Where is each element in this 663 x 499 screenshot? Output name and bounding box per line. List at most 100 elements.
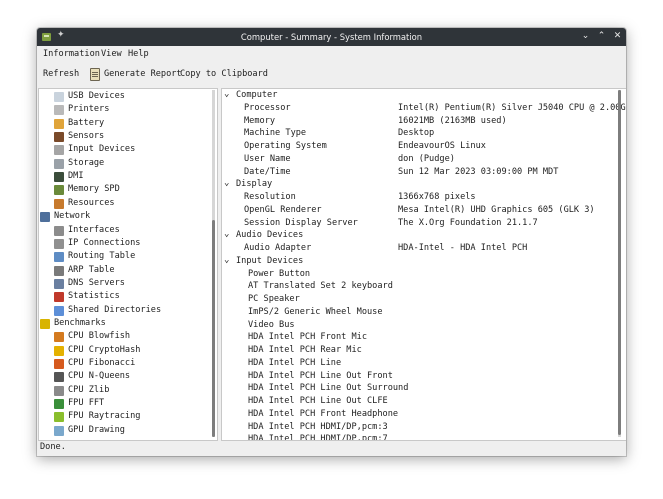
printer-icon — [54, 105, 64, 116]
property-key[interactable]: Machine Type — [244, 128, 306, 141]
tree-item-label: USB Devices — [68, 91, 125, 101]
app-window: ✦ Computer - Summary - System Informatio… — [37, 28, 626, 456]
details-scroll-thumb[interactable] — [618, 90, 621, 435]
tree-item-label: Shared Directories — [68, 304, 162, 315]
section-title: Audio Devices — [236, 230, 304, 241]
category-tree[interactable]: USB Devices Printers Battery Sensors Input D… — [38, 88, 218, 441]
chevron-down-icon[interactable]: ⌄ — [224, 229, 229, 239]
property-key[interactable]: User Name — [244, 154, 291, 167]
property-value[interactable]: 16021MB (2163MB used) — [398, 116, 507, 129]
property-value[interactable]: The X.Org Foundation 21.1.7 — [398, 218, 538, 231]
input-device-item[interactable]: HDA Intel PCH Rear Mic — [248, 345, 362, 358]
chevron-down-icon[interactable]: ⌄ — [224, 178, 229, 188]
input-device-item[interactable]: Video Bus — [248, 320, 295, 333]
input-device-item[interactable]: AT Translated Set 2 keyboard — [248, 281, 393, 294]
property-value[interactable]: Sun 12 Mar 2023 03:09:00 PM MDT — [398, 167, 558, 180]
tree-item-label: Memory SPD — [68, 184, 120, 195]
maximize-icon[interactable]: ⌃ — [596, 31, 607, 42]
details-scrollbar[interactable] — [618, 90, 621, 437]
memory-icon — [54, 185, 64, 196]
toolbar: Refresh Generate Report Copy to Clipboar… — [37, 64, 626, 84]
menu-help[interactable]: Help — [128, 49, 149, 59]
dmi-icon — [54, 172, 64, 183]
input-device-item[interactable]: HDA Intel PCH HDMI/DP,pcm:3 — [248, 422, 388, 435]
input-device-item[interactable]: HDA Intel PCH Front Headphone — [248, 409, 398, 422]
dns-icon — [54, 278, 64, 289]
property-key[interactable]: Memory — [244, 116, 275, 129]
property-value[interactable]: Desktop — [398, 128, 434, 141]
input-device-item[interactable]: HDA Intel PCH Line Out CLFE — [248, 396, 388, 409]
input-device-item[interactable]: ImPS/2 Generic Wheel Mouse — [248, 307, 383, 320]
tree-scroll-thumb[interactable] — [212, 220, 215, 437]
input-device-item[interactable]: PC Speaker — [248, 294, 300, 307]
details-pane[interactable]: ⌄ Computer Processor Intel(R) Pentium(R) Si… — [221, 88, 626, 441]
tree-item-label: Sensors — [68, 131, 105, 142]
tree-item-label: Battery — [68, 117, 105, 128]
input-device-item[interactable]: HDA Intel PCH Line Out Front — [248, 371, 393, 384]
cryptohash-icon — [54, 345, 64, 356]
close-icon[interactable]: ✕ — [612, 31, 623, 42]
blowfish-icon — [54, 332, 64, 343]
routing-icon — [54, 252, 64, 263]
section-title: Computer — [236, 90, 278, 100]
resources-icon — [54, 198, 64, 209]
refresh-button[interactable]: Refresh — [43, 69, 79, 79]
report-icon[interactable] — [90, 68, 100, 81]
property-key[interactable]: Operating System — [244, 141, 327, 154]
input-device-item[interactable]: Power Button — [248, 269, 310, 282]
statistics-icon — [54, 292, 64, 303]
tree-item-label: FPU FFT — [68, 398, 105, 409]
property-value[interactable]: EndeavourOS Linux — [398, 141, 486, 154]
arp-icon — [54, 265, 64, 276]
tree-item-label: CPU Zlib — [68, 384, 110, 395]
keyboard-icon — [54, 145, 64, 156]
storage-icon — [54, 158, 64, 169]
property-value[interactable]: HDA-Intel - HDA Intel PCH — [398, 243, 527, 256]
section-title: Display — [236, 179, 273, 190]
minimize-icon[interactable]: ⌄ — [580, 31, 591, 42]
input-device-item[interactable]: HDA Intel PCH Front Mic — [248, 332, 367, 345]
status-bar: Done. — [37, 440, 626, 456]
input-device-item[interactable]: HDA Intel PCH Line Out Surround — [248, 383, 408, 396]
property-value[interactable]: 1366x768 pixels — [398, 192, 476, 205]
chevron-down-icon[interactable]: ⌄ — [224, 89, 229, 99]
network-icon — [40, 212, 50, 223]
tree-item-label: CPU N-Queens — [68, 371, 131, 382]
property-key[interactable]: Session Display Server — [244, 218, 358, 231]
tree-item-label: Network — [54, 211, 91, 222]
generate-report-button[interactable]: Generate Report — [104, 69, 182, 79]
input-device-item[interactable]: HDA Intel PCH Line — [248, 358, 341, 371]
title-bar[interactable]: ✦ Computer - Summary - System Informatio… — [37, 28, 626, 46]
raytracing-icon — [54, 412, 64, 423]
sensor-icon — [54, 132, 64, 143]
tree-item-label: DMI — [68, 171, 84, 182]
tree-item-label: CPU Fibonacci — [68, 358, 136, 368]
tree-item-label: Storage — [68, 157, 105, 168]
tree-item-label: CPU CryptoHash — [68, 344, 141, 355]
fibonacci-icon — [54, 359, 64, 369]
property-key[interactable]: Resolution — [244, 192, 296, 205]
property-value[interactable]: Mesa Intel(R) UHD Graphics 605 (GLK 3) — [398, 205, 595, 218]
tree-scrollbar[interactable] — [212, 90, 215, 437]
property-value[interactable]: Intel(R) Pentium(R) Silver J5040 CPU @ 2… — [398, 103, 626, 116]
copy-to-clipboard-button[interactable]: Copy to Clipboard — [180, 69, 268, 79]
zlib-icon — [54, 385, 64, 396]
chevron-down-icon[interactable]: ⌄ — [224, 255, 229, 265]
window-title: Computer - Summary - System Information — [240, 32, 423, 42]
shared-dir-icon — [54, 305, 64, 316]
nqueens-icon — [54, 372, 64, 383]
tree-item-label: Statistics — [68, 291, 120, 302]
tree-item-label: FPU Raytracing — [68, 411, 141, 422]
menu-information[interactable]: Information — [43, 49, 100, 59]
property-key[interactable]: Audio Adapter — [244, 243, 311, 256]
tree-item-label: DNS Servers — [68, 277, 125, 288]
usb-icon — [54, 92, 64, 102]
property-key[interactable]: Processor — [244, 103, 291, 116]
tree-item-label: Benchmarks — [54, 317, 106, 328]
property-key[interactable]: OpenGL Renderer — [244, 205, 322, 218]
tree-item-label: ARP Table — [68, 264, 115, 275]
property-value[interactable]: don (Pudge) — [398, 154, 455, 167]
menu-view[interactable]: View — [101, 49, 122, 59]
property-key[interactable]: Date/Time — [244, 167, 291, 180]
menu-bar: Information View Help — [37, 46, 626, 62]
